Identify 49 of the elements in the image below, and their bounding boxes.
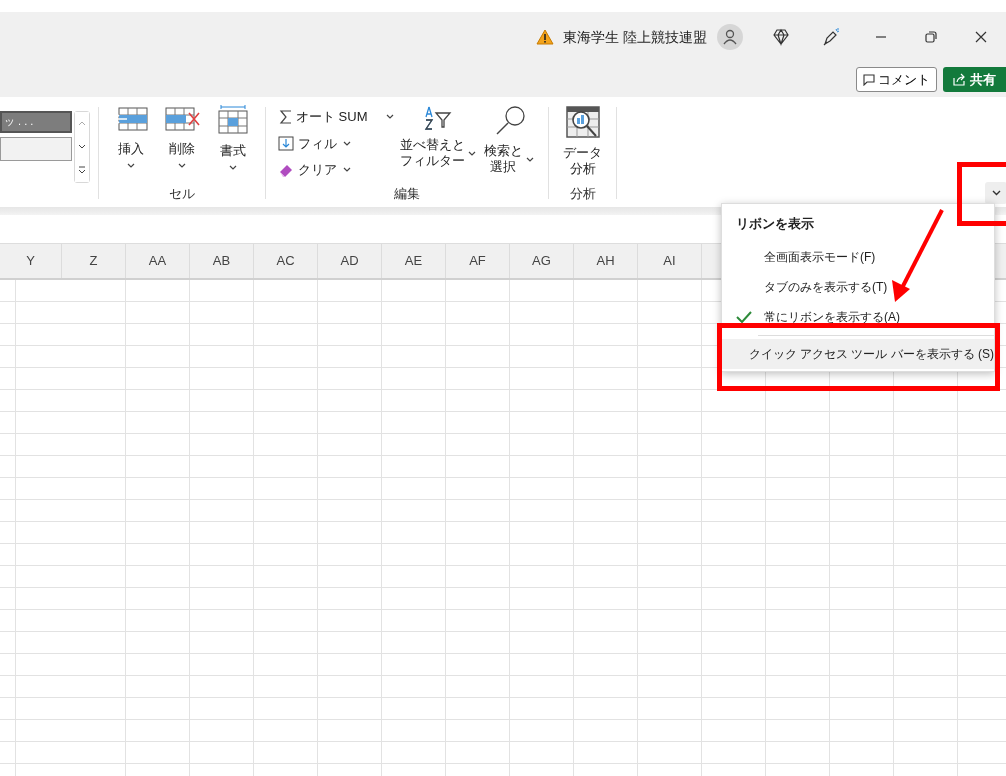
column-header: Y (0, 244, 62, 278)
share-button[interactable]: 共有 (943, 67, 1006, 92)
gallery-scroll[interactable] (74, 111, 90, 183)
column-header: AI (638, 244, 702, 278)
ribbon-button[interactable]: 書式 (211, 103, 255, 184)
ribbon-button[interactable]: 並べ替えと フィルター (395, 103, 480, 184)
column-header: AB (190, 244, 254, 278)
style-preview: ッ . . . (0, 111, 72, 133)
more-icon (78, 166, 86, 175)
highlight-frame (957, 162, 1006, 226)
sigma-icon (278, 108, 292, 125)
ribbon-button[interactable]: クリア (276, 158, 396, 182)
table-icon (215, 105, 251, 135)
ribbon-button[interactable]: フィル (276, 131, 396, 155)
group-label: セル (168, 184, 196, 203)
diamond-icon[interactable] (772, 28, 790, 46)
scroll-down-icon (78, 143, 86, 151)
group-label: 分析 (568, 184, 597, 203)
down-arrow-box-icon (278, 135, 294, 151)
menu-item[interactable]: クイック アクセス ツール バーを表示する (S) (722, 338, 994, 369)
ribbon-button[interactable]: データ 分析 (559, 103, 606, 184)
column-header: Z (62, 244, 126, 278)
ribbon-button[interactable]: 検索と 選択 (479, 103, 538, 184)
menu-title: リボンを表示 (735, 215, 815, 233)
column-header: AH (574, 244, 638, 278)
column-header: AA (126, 244, 190, 278)
comment-button[interactable]: コメント (855, 67, 937, 92)
magnifier-chart-icon (564, 105, 601, 139)
account-name: 東海学生 陸上競技連盟 (563, 27, 708, 47)
column-header: AC (254, 244, 318, 278)
sort-funnel-icon (423, 105, 452, 131)
group-label: 編集 (393, 184, 421, 203)
caret-icon (991, 190, 1001, 196)
share-icon (953, 73, 966, 86)
table-cross-icon (163, 105, 201, 133)
avatar-icon[interactable] (717, 24, 743, 50)
restore-icon[interactable] (922, 28, 940, 46)
ribbon-button[interactable]: 削除 (159, 103, 205, 184)
pen-icon[interactable] (822, 28, 840, 46)
column-header: AG (510, 244, 574, 278)
scroll-up-icon (78, 119, 86, 128)
ribbon-options-button[interactable] (985, 182, 1006, 204)
style-preview[interactable] (0, 137, 72, 161)
column-header: AD (318, 244, 382, 278)
ribbon-button[interactable]: 挿入 (109, 103, 153, 184)
ribbon-button[interactable]: オート SUM (276, 105, 396, 129)
comment-icon (862, 73, 875, 86)
column-header: AE (382, 244, 446, 278)
column-header: AF (446, 244, 510, 278)
